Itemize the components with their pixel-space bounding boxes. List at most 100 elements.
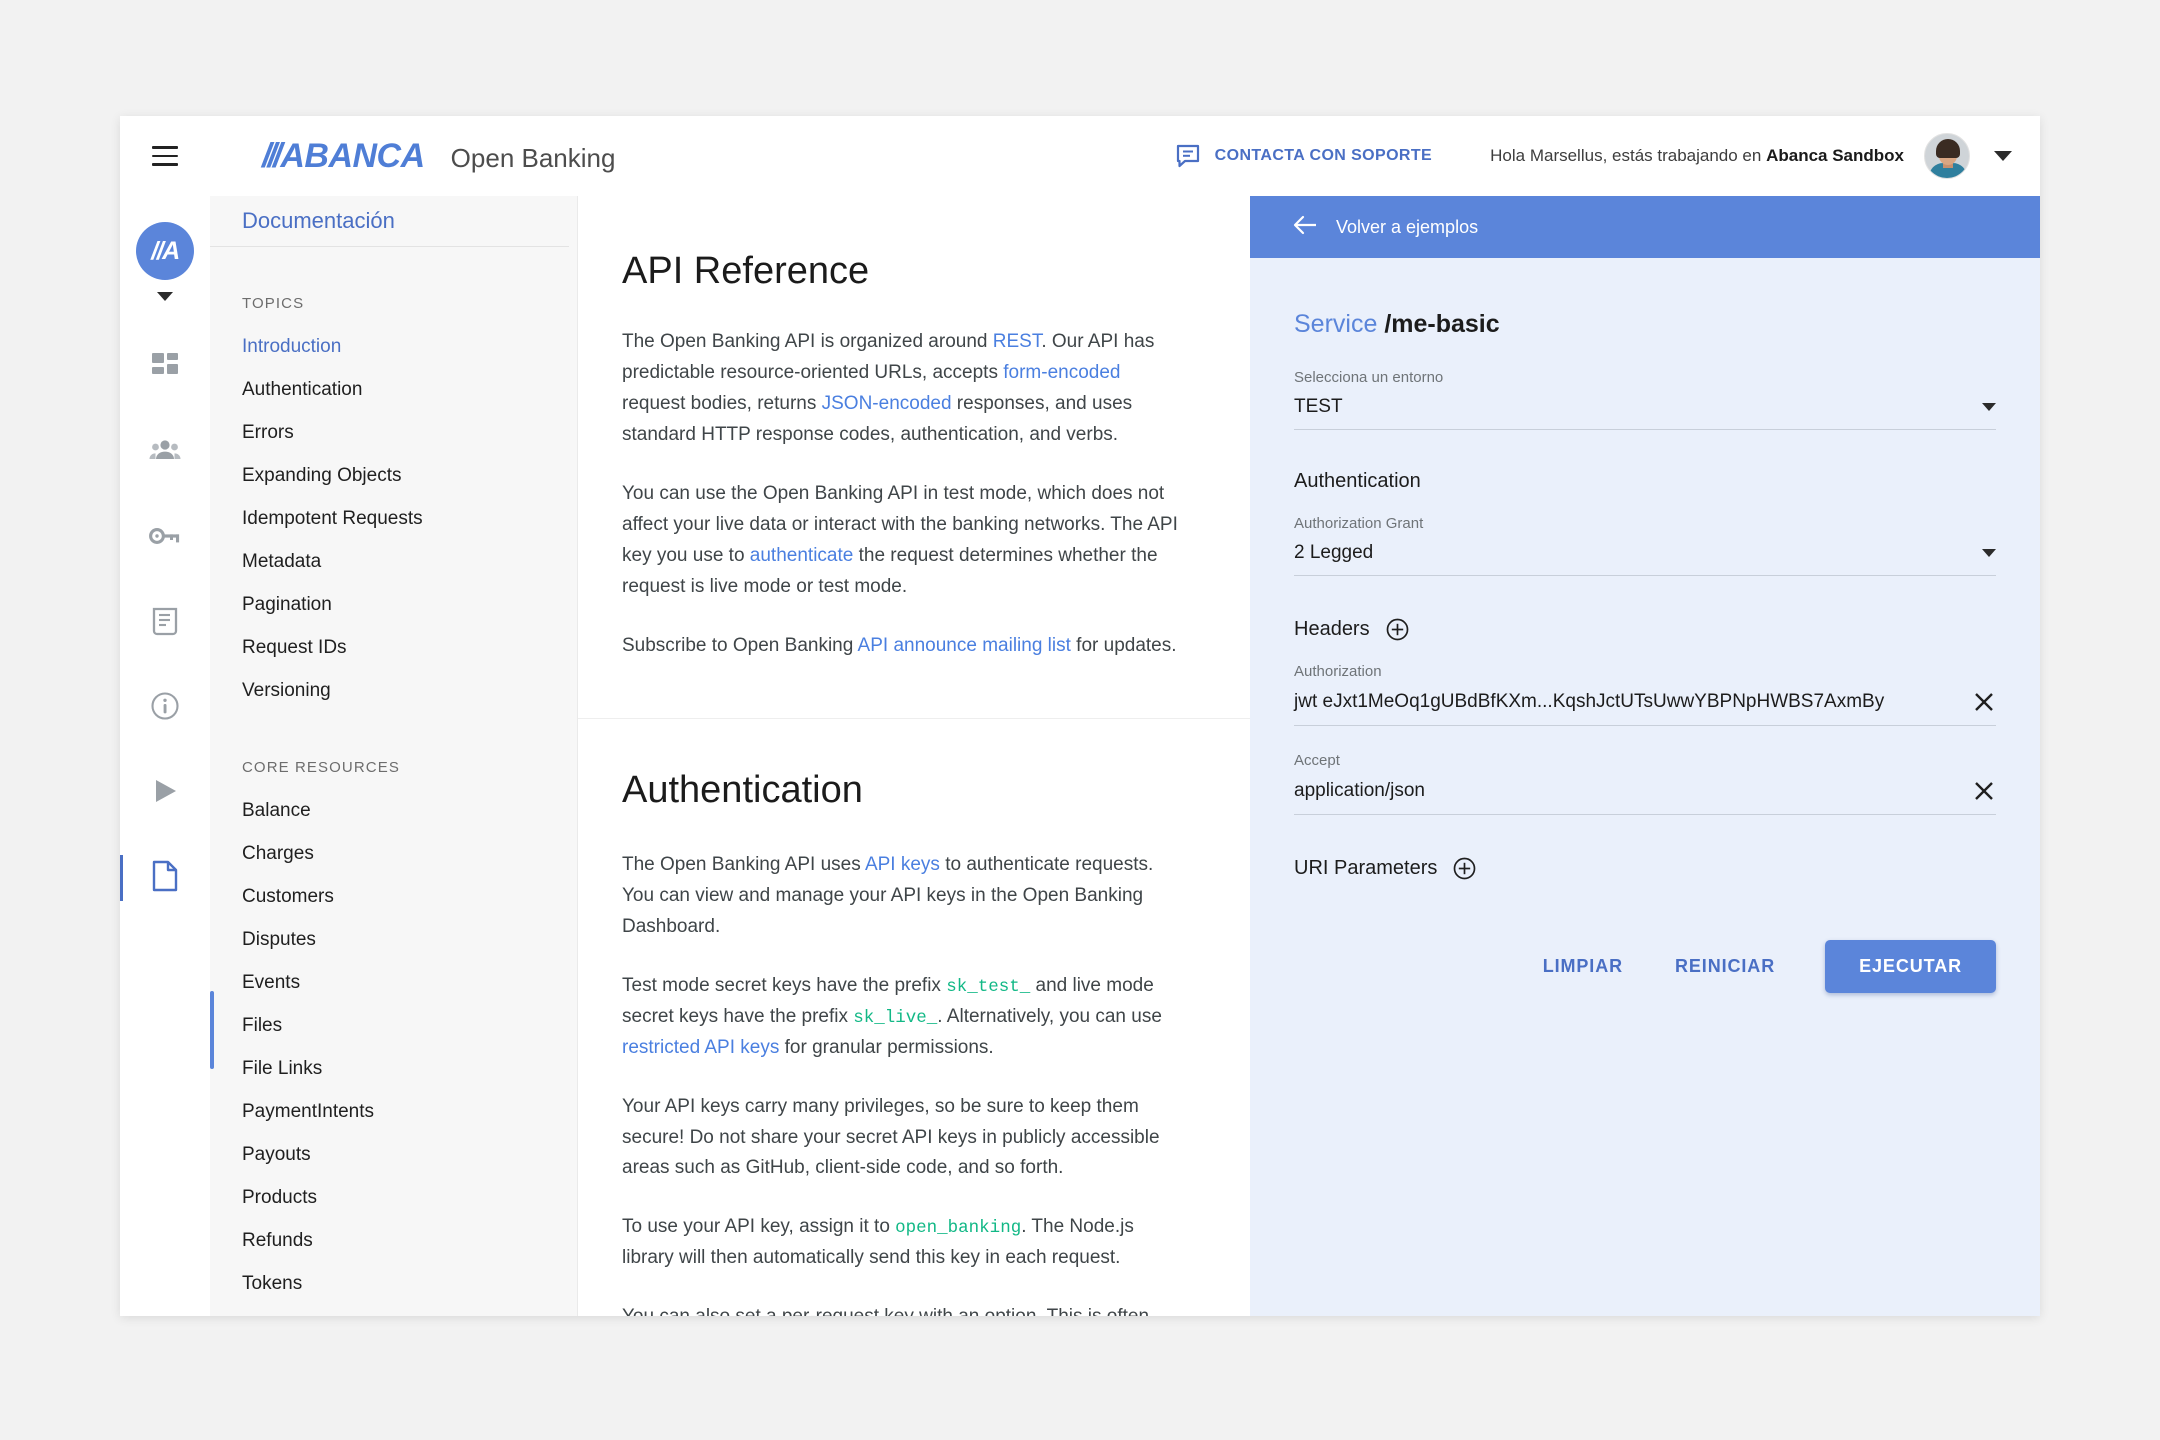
link-api-keys[interactable]: API keys — [865, 854, 940, 875]
rail-account-logo[interactable]: //A — [136, 222, 194, 280]
authorization-grant-label: Authorization Grant — [1294, 515, 1424, 532]
link-api-announce-mailing-list[interactable]: API announce mailing list — [858, 635, 1071, 656]
authorization-grant-field: Authorization Grant 2 Legged — [1294, 515, 1996, 576]
chevron-down-icon[interactable] — [1982, 549, 1996, 557]
logo-slashes: /// — [262, 136, 282, 175]
receipt-icon — [150, 606, 180, 641]
key-icon — [149, 526, 181, 551]
link-restricted-api-keys[interactable]: restricted API keys — [622, 1037, 779, 1058]
contact-support-button[interactable]: CONTACTA CON SOPORTE — [1175, 143, 1432, 169]
link-authenticate[interactable]: authenticate — [750, 545, 854, 566]
document-icon — [151, 860, 179, 897]
remove-header-accept-button[interactable] — [1972, 779, 1996, 803]
chat-icon — [1175, 143, 1201, 169]
documentation-content: API Reference The Open Banking API is or… — [578, 196, 1250, 1316]
sidebar-item-events[interactable]: Events — [242, 972, 577, 994]
header-input-authorization[interactable]: jwt eJxt1MeOq1gUBdBfKXm...KqshJctUTsUwwY… — [1294, 690, 1996, 726]
text-fragment: Subscribe to Open Banking — [622, 634, 858, 656]
top-bar-right: CONTACTA CON SOPORTE Hola Marsellus, est… — [1175, 133, 2040, 179]
rail-item-dashboard[interactable] — [120, 347, 210, 389]
sidebar-item-request-ids[interactable]: Request IDs — [242, 637, 577, 659]
code-sk-test: sk_test_ — [946, 976, 1031, 997]
section-authentication: Authentication The Open Banking API uses… — [578, 719, 1250, 1316]
sidebar-item-files[interactable]: Files — [242, 1015, 577, 1037]
execute-button[interactable]: EJECUTAR — [1825, 940, 1996, 993]
rail-item-keys[interactable] — [120, 517, 210, 559]
add-header-button[interactable] — [1386, 618, 1409, 641]
header-row-authorization: Authorization jwt eJxt1MeOq1gUBdBfKXm...… — [1294, 663, 1996, 726]
rail-chevron-down-icon[interactable] — [157, 292, 173, 301]
avatar[interactable] — [1924, 133, 1970, 179]
link-json-encoded[interactable]: JSON-encoded — [822, 393, 952, 414]
brand[interactable]: ///ABANCA Open Banking — [262, 137, 615, 176]
code-sk-live: sk_live_ — [853, 1007, 938, 1028]
header-label-authorization: Authorization — [1294, 663, 1382, 680]
info-icon — [150, 691, 180, 726]
rail-item-info[interactable] — [120, 687, 210, 729]
sidebar-item-refunds[interactable]: Refunds — [242, 1230, 577, 1252]
sidebar-item-file-links[interactable]: File Links — [242, 1058, 577, 1080]
section-api-reference: API Reference The Open Banking API is or… — [578, 196, 1250, 719]
header-value-authorization: jwt eJxt1MeOq1gUBdBfKXm...KqshJctUTsUwwY… — [1294, 691, 1885, 712]
rail-item-people[interactable] — [120, 432, 210, 474]
icon-rail: //A — [120, 196, 210, 1316]
nav-group-title-topics: TOPICS — [242, 295, 305, 312]
api-console-form: Service /me-basic Selecciona un entorno … — [1250, 258, 2040, 902]
link-form-encoded[interactable]: form-encoded — [1003, 362, 1120, 383]
add-uri-parameter-button[interactable] — [1453, 857, 1476, 880]
api-reference-paragraph-1: The Open Banking API is organized around… — [622, 327, 1187, 451]
header-input-accept[interactable]: application/json — [1294, 779, 1996, 815]
sidebar-scrollbar-thumb[interactable] — [210, 991, 214, 1069]
text-fragment: The Open Banking API is organized around — [622, 331, 993, 352]
clear-button[interactable]: LIMPIAR — [1517, 942, 1649, 991]
documentation-sidebar-header: Documentación — [210, 196, 569, 247]
header-row-accept: Accept application/json — [1294, 752, 1996, 815]
account-chevron-down-icon[interactable] — [1994, 151, 2012, 161]
sidebar-item-introduction[interactable]: Introduction — [242, 336, 577, 358]
sidebar-item-errors[interactable]: Errors — [242, 422, 577, 444]
environment-label: Selecciona un entorno — [1294, 369, 1444, 386]
hamburger-icon[interactable] — [134, 146, 196, 166]
sidebar-item-pagination[interactable]: Pagination — [242, 594, 577, 616]
play-icon — [151, 777, 179, 810]
rail-item-statements[interactable] — [120, 602, 210, 644]
headers-title: Headers — [1294, 618, 1370, 640]
text-fragment: for granular permissions. — [779, 1036, 994, 1058]
rail-item-documentation[interactable] — [120, 855, 210, 901]
sidebar-item-disputes[interactable]: Disputes — [242, 929, 577, 951]
console-actions: LIMPIAR REINICIAR EJECUTAR — [1250, 902, 2040, 993]
reset-button[interactable]: REINICIAR — [1649, 942, 1801, 991]
sidebar-item-authentication[interactable]: Authentication — [242, 379, 577, 401]
sidebar-item-balance[interactable]: Balance — [242, 800, 577, 822]
sidebar-item-versioning[interactable]: Versioning — [242, 680, 577, 702]
headers-section-header: Headers — [1294, 618, 1996, 641]
authentication-paragraph-3: Your API keys carry many privileges, so … — [622, 1095, 1160, 1179]
sidebar-item-customers[interactable]: Customers — [242, 886, 577, 908]
environment-select[interactable]: TEST — [1294, 396, 1996, 430]
uri-parameters-section-header: URI Parameters — [1294, 857, 1996, 880]
sidebar-item-paymentintents[interactable]: PaymentIntents — [242, 1101, 577, 1123]
sidebar-item-idempotent-requests[interactable]: Idempotent Requests — [242, 508, 577, 530]
text-fragment: request bodies, returns — [622, 392, 822, 414]
sidebar-item-charges[interactable]: Charges — [242, 843, 577, 865]
sidebar-item-payouts[interactable]: Payouts — [242, 1144, 577, 1166]
authentication-paragraph-1: The Open Banking API uses API keys to au… — [622, 850, 1187, 943]
dashboard-icon — [150, 351, 180, 386]
uri-parameters-title: URI Parameters — [1294, 857, 1438, 879]
sidebar-item-metadata[interactable]: Metadata — [242, 551, 577, 573]
text-fragment: To use your API key, assign it to — [622, 1216, 896, 1238]
remove-header-authorization-button[interactable] — [1972, 690, 1996, 714]
sidebar-item-products[interactable]: Products — [242, 1187, 577, 1209]
sidebar-item-expanding-objects[interactable]: Expanding Objects — [242, 465, 577, 487]
avatar-hair — [1936, 139, 1960, 158]
chevron-down-icon[interactable] — [1982, 403, 1996, 411]
rail-item-run[interactable] — [120, 772, 210, 814]
link-rest[interactable]: REST — [993, 331, 1042, 352]
authorization-grant-select[interactable]: 2 Legged — [1294, 542, 1996, 576]
back-to-examples-button[interactable]: Volver a ejemplos — [1250, 196, 2040, 258]
service-path: /me-basic — [1384, 310, 1500, 338]
nav-group-title-core-resources: CORE RESOURCES — [242, 759, 400, 776]
documentation-link[interactable]: Documentación — [242, 208, 395, 234]
service-label: Service — [1294, 310, 1378, 338]
sidebar-item-tokens[interactable]: Tokens — [242, 1273, 577, 1295]
